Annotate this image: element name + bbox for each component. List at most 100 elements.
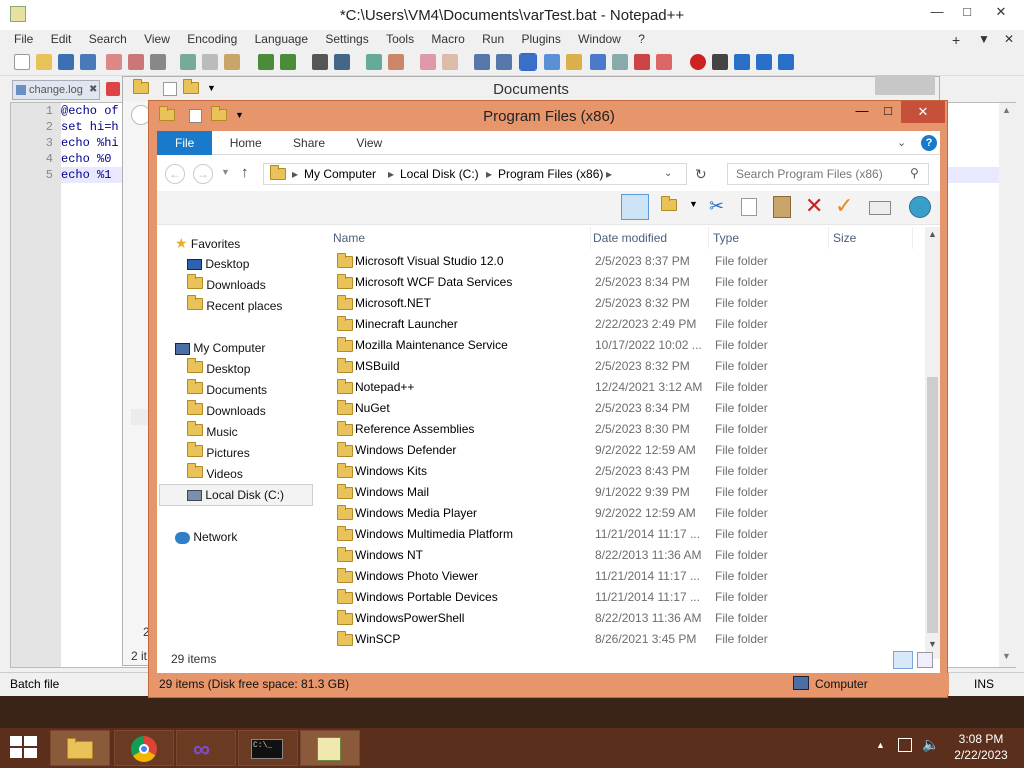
tab-view[interactable]: View — [342, 131, 396, 155]
file-row[interactable]: Notepad++ 12/24/2021 3:12 AM File folder — [333, 377, 918, 398]
playback-icon[interactable] — [734, 54, 750, 70]
menu-view[interactable]: View — [144, 32, 170, 46]
menu-edit[interactable]: Edit — [51, 32, 72, 46]
file-row[interactable]: Windows Defender 9/2/2022 12:59 AM File fo… — [333, 440, 918, 461]
nav-documents[interactable]: Documents — [187, 379, 267, 400]
tab-home[interactable]: Home — [216, 131, 276, 155]
network-status-icon[interactable] — [898, 738, 912, 752]
npp-minimize-button[interactable]: — — [920, 0, 954, 24]
refresh-icon[interactable]: ↻ — [695, 166, 707, 183]
menu-settings[interactable]: Settings — [325, 32, 368, 46]
taskbar-notepadpp-button[interactable] — [300, 730, 360, 766]
rename-icon[interactable] — [869, 201, 891, 215]
file-row[interactable]: WinSCP 8/26/2021 3:45 PM File folder — [333, 629, 918, 650]
nav-favorites[interactable]: ★ Favorites — [175, 233, 240, 253]
replace-icon[interactable] — [334, 54, 350, 70]
scroll-down-icon[interactable]: ▼ — [1002, 651, 1011, 661]
maximize-button[interactable]: □ — [875, 103, 901, 123]
globe-icon[interactable] — [909, 196, 931, 218]
find-icon[interactable] — [312, 54, 328, 70]
tab-close-icon[interactable]: ✖ — [89, 81, 97, 99]
undo-icon[interactable] — [258, 54, 274, 70]
file-row[interactable]: Windows Media Player 9/2/2022 12:59 AM Fil… — [333, 503, 918, 524]
udl-icon[interactable] — [544, 54, 560, 70]
documents-close-button[interactable] — [875, 75, 935, 95]
menu-plugins[interactable]: Plugins — [521, 32, 560, 46]
scroll-up-icon[interactable]: ▲ — [928, 229, 937, 239]
scroll-down-icon[interactable]: ▼ — [928, 639, 937, 649]
unsaved-file-icon[interactable] — [106, 82, 120, 96]
menu-tools[interactable]: Tools — [386, 32, 414, 46]
help-icon[interactable]: ? — [921, 135, 937, 151]
file-row[interactable]: WindowsPowerShell 8/22/2013 11:36 AM File … — [333, 608, 918, 629]
scroll-thumb[interactable] — [927, 377, 938, 633]
save-macro-icon[interactable] — [778, 54, 794, 70]
npp-vertical-scrollbar[interactable]: ▲ ▼ — [999, 103, 1016, 667]
npp-close-button[interactable]: ✕ — [984, 0, 1018, 24]
volume-icon[interactable]: 🔈 — [922, 736, 939, 753]
file-row[interactable]: Windows Multimedia Platform 11/21/2014 11… — [333, 524, 918, 545]
breadcrumb-local-disk[interactable]: Local Disk (C:) — [400, 167, 479, 181]
menu-run[interactable]: Run — [482, 32, 504, 46]
file-row[interactable]: Windows Photo Viewer 11/21/2014 11:17 ...… — [333, 566, 918, 587]
breadcrumb-separator-icon[interactable]: ▸ — [486, 167, 492, 181]
doc-map-icon[interactable] — [566, 54, 582, 70]
file-row[interactable]: NuGet 2/5/2023 8:34 PM File folder — [333, 398, 918, 419]
column-header-date[interactable]: Date modified — [593, 227, 709, 249]
npp-maximize-button[interactable]: □ — [950, 0, 984, 24]
search-icon[interactable]: ⚲ — [910, 166, 919, 180]
organize-dropdown-icon[interactable]: ▼ — [689, 199, 698, 209]
function-list-icon[interactable] — [590, 54, 606, 70]
file-row[interactable]: Windows NT 8/22/2013 11:36 AM File folder — [333, 545, 918, 566]
menu-window[interactable]: Window — [578, 32, 621, 46]
column-header-name[interactable]: Name — [333, 227, 591, 249]
tab-share[interactable]: Share — [279, 131, 339, 155]
nav-videos[interactable]: Videos — [187, 463, 243, 484]
save-all-icon[interactable] — [80, 54, 96, 70]
word-wrap-icon[interactable] — [474, 54, 490, 70]
back-button[interactable]: ← — [165, 164, 185, 184]
copy-icon[interactable] — [741, 198, 757, 216]
nav-recent-places[interactable]: Recent places — [187, 295, 282, 316]
file-row[interactable]: Mozilla Maintenance Service 10/17/2022 10… — [333, 335, 918, 356]
close-all-icon[interactable] — [128, 54, 144, 70]
taskbar-chrome-button[interactable] — [114, 730, 174, 766]
properties-folder-icon[interactable] — [661, 196, 677, 214]
paste-icon[interactable] — [224, 54, 240, 70]
file-row[interactable]: Minecraft Launcher 2/22/2023 2:49 PM File … — [333, 314, 918, 335]
indent-guide-icon[interactable] — [519, 53, 537, 71]
close-button[interactable]: ✕ — [901, 101, 945, 123]
clock[interactable]: 3:08 PM 2/22/2023 — [950, 732, 1012, 762]
windows-start-icon[interactable] — [10, 736, 38, 760]
forward-button[interactable]: → — [193, 164, 213, 184]
file-row[interactable]: Windows Mail 9/1/2022 9:39 PM File folder — [333, 482, 918, 503]
zoom-in-icon[interactable] — [366, 54, 382, 70]
new-file-icon[interactable] — [14, 54, 30, 70]
nav-local-disk[interactable]: Local Disk (C:) — [159, 484, 313, 506]
file-row[interactable]: Microsoft WCF Data Services 2/5/2023 8:34… — [333, 272, 918, 293]
breadcrumb-my-computer[interactable]: My Computer — [304, 167, 376, 181]
address-bar[interactable]: ▸ My Computer ▸ Local Disk (C:) ▸ Progra… — [263, 163, 687, 185]
delete-icon[interactable]: ✕ — [805, 193, 823, 219]
stop-recording-icon[interactable] — [712, 54, 728, 70]
nav-pc-desktop[interactable]: Desktop — [187, 358, 250, 379]
start-recording-icon[interactable] — [690, 54, 706, 70]
breadcrumb-program-files[interactable]: Program Files (x86) — [498, 167, 603, 181]
menu-file[interactable]: File — [14, 32, 33, 46]
file-row[interactable]: Microsoft Visual Studio 12.0 2/5/2023 8:3… — [333, 251, 918, 272]
paste-icon[interactable] — [773, 196, 791, 218]
breadcrumb-separator-icon[interactable]: ▸ — [388, 167, 394, 181]
column-header-size[interactable]: Size — [833, 227, 913, 249]
sync-vertical-icon[interactable] — [420, 54, 436, 70]
large-icons-view-icon[interactable] — [917, 652, 933, 668]
cut-icon[interactable]: ✂ — [709, 196, 724, 217]
address-dropdown-icon[interactable]: ⌄ — [664, 168, 672, 179]
copy-icon[interactable] — [202, 54, 218, 70]
open-folder-icon[interactable] — [36, 54, 52, 70]
file-list-scrollbar[interactable]: ▲ ▼ — [925, 227, 940, 659]
save-icon[interactable] — [58, 54, 74, 70]
show-hidden-icons-icon[interactable]: ▲ — [876, 740, 885, 750]
chevron-down-icon[interactable]: ▼ — [978, 32, 990, 46]
file-row[interactable]: Reference Assemblies 2/5/2023 8:30 PM File… — [333, 419, 918, 440]
nav-pictures[interactable]: Pictures — [187, 442, 250, 463]
